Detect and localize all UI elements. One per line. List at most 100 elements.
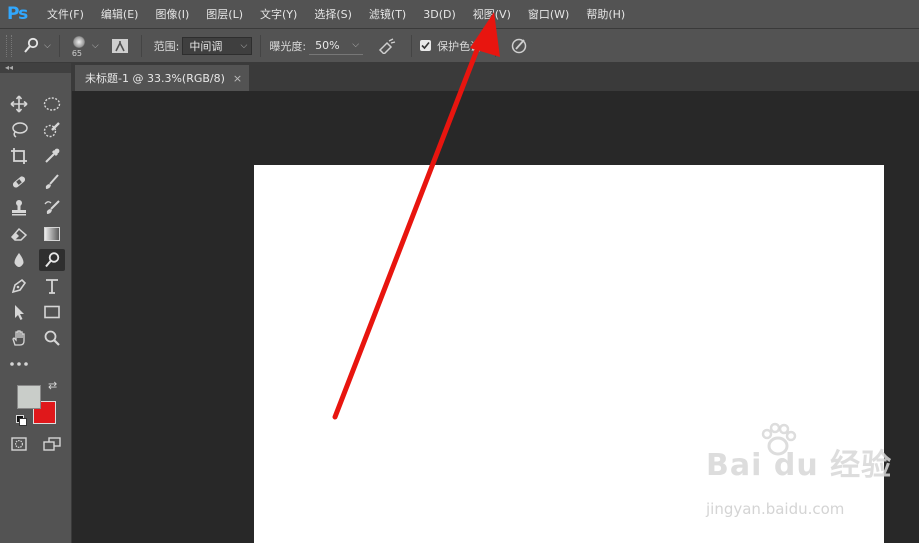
screen-mode-icon [43,437,61,451]
pen-icon [11,278,27,294]
photoshop-logo: Ps [7,4,28,24]
hand-icon [12,330,25,346]
divider [495,34,497,57]
brush-icon [45,174,59,189]
menu-window[interactable]: 窗口(W) [528,6,569,22]
lasso-icon [12,122,28,138]
dodge-icon [45,252,60,268]
gradient-icon [44,227,60,241]
menu-image[interactable]: 图像(I) [155,6,189,22]
foreground-color-swatch[interactable] [17,385,41,409]
range-dropdown[interactable]: 中间调 ⌵ [182,36,253,55]
gradient-tool[interactable] [39,223,65,245]
divider [58,34,60,57]
chevron-down-icon[interactable]: ⌵ [92,41,99,51]
menu-view[interactable]: 视图(V) [473,6,511,22]
document-tab-bar: 未标题-1 @ 33.3%(RGB/8) × [72,63,919,91]
brush-size-picker[interactable]: 65 [68,31,90,61]
checkmark-icon [421,41,430,50]
protect-tones-label: 保护色调 [437,39,482,53]
pen-tool[interactable] [6,275,32,297]
menu-type[interactable]: 文字(Y) [260,6,297,22]
switch-colors-icon[interactable]: ⇄ [48,379,57,392]
grip-icon [6,34,12,57]
menu-layer[interactable]: 图层(L) [206,6,243,22]
brush-panel-button[interactable] [111,38,129,54]
clone-stamp-tool[interactable] [6,197,32,219]
menu-select[interactable]: 选择(S) [314,6,352,22]
close-icon[interactable]: × [233,72,242,85]
pressure-size-button[interactable] [510,37,528,55]
path-selection-icon [15,305,24,320]
chevron-down-icon: ⌵ [352,40,360,50]
zoom-tool[interactable] [39,327,65,349]
magnifier-icon [44,330,60,346]
range-value: 中间调 [189,39,223,53]
quick-mask-button[interactable] [6,433,32,455]
lasso-tool[interactable] [6,119,32,141]
tool-preset-picker[interactable]: ⌵ [22,37,51,55]
dodge-tool-icon [24,37,39,53]
menu-bar: Ps 文件(F) 编辑(E) 图像(I) 图层(L) 文字(Y) 选择(S) 滤… [0,0,919,29]
exposure-value: 50% [315,38,340,52]
pressure-icon [511,38,527,53]
hand-tool[interactable] [6,327,32,349]
brush-tip-icon [72,35,85,48]
history-brush-icon [44,200,60,214]
stamp-icon [12,200,26,216]
document-canvas[interactable] [254,165,884,543]
document-tab[interactable]: 未标题-1 @ 33.3%(RGB/8) × [75,65,249,91]
airbrush-button[interactable] [377,37,397,54]
brush-tool[interactable] [39,171,65,193]
chevron-down-icon: ⌵ [44,40,51,51]
ellipse-marquee-icon [43,97,61,111]
type-icon [46,279,58,294]
options-bar: ⌵ 65 ⌵ 范围: 中间调 ⌵ 曝光度: 50% ⌵ 保护色调 [0,29,919,63]
elliptical-marquee-tool[interactable] [39,93,65,115]
document-tab-title: 未标题-1 @ 33.3%(RGB/8) [85,72,225,85]
menu-help[interactable]: 帮助(H) [586,6,625,22]
toolbox-collapse-button[interactable]: ◂◂ [0,63,71,73]
toolbox: ◂◂ ⇄ [0,63,72,543]
rectangle-icon [44,305,60,319]
more-dots-icon [10,362,28,366]
quick-selection-tool[interactable] [39,119,65,141]
eraser-tool[interactable] [6,223,32,245]
type-tool[interactable] [39,275,65,297]
eraser-icon [10,227,28,241]
exposure-label: 曝光度: [269,39,307,53]
move-icon [10,95,28,113]
protect-tones-checkbox[interactable]: 保护色调 [420,38,481,54]
history-brush-tool[interactable] [39,197,65,219]
screen-mode-button[interactable] [39,433,65,455]
divider [411,34,413,57]
default-colors-icon[interactable] [16,415,27,426]
spot-healing-brush-tool[interactable] [6,171,32,193]
dodge-tool[interactable] [39,249,65,271]
menu-edit[interactable]: 编辑(E) [101,6,139,22]
eyedropper-tool[interactable] [39,145,65,167]
quick-selection-icon [43,122,60,138]
bandage-icon [12,176,26,188]
menu-file[interactable]: 文件(F) [47,6,84,22]
chevron-down-icon: ⌵ [240,40,248,51]
menu-3d[interactable]: 3D(D) [423,8,456,21]
rectangle-tool[interactable] [39,301,65,323]
water-drop-icon [14,253,24,267]
menu-filter[interactable]: 滤镜(T) [369,6,406,22]
range-label: 范围: [153,39,180,53]
crop-tool[interactable] [6,145,32,167]
eyedropper-icon [45,148,60,163]
path-selection-tool[interactable] [6,301,32,323]
checkbox-box [420,40,432,51]
quick-mask-icon [11,437,27,451]
divider [260,34,262,57]
blur-tool[interactable] [6,249,32,271]
crop-icon [11,148,27,164]
exposure-dropdown[interactable]: 50% ⌵ [309,37,364,55]
edit-toolbar-button[interactable] [6,353,32,375]
brush-size-value: 65 [71,48,83,58]
airbrush-icon [379,37,396,54]
brush-panel-icon [111,38,128,53]
move-tool[interactable] [6,93,32,115]
